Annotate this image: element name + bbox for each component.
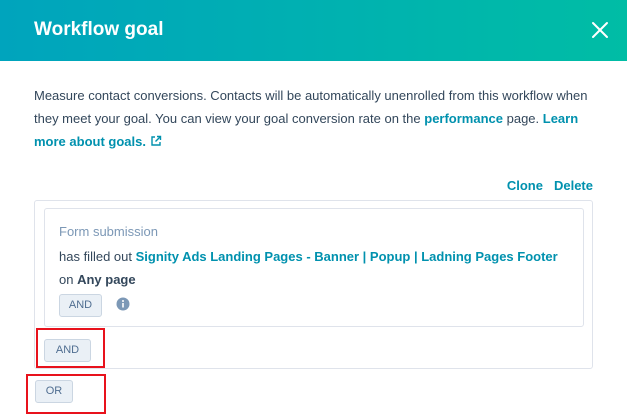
close-icon[interactable] <box>588 18 612 42</box>
filter-prefix: has filled out <box>59 249 136 264</box>
modal-title: Workflow goal <box>34 19 164 40</box>
filter-card[interactable]: Form submission has filled out Signity A… <box>44 208 584 327</box>
external-link-icon[interactable] <box>150 135 162 147</box>
filter-page-condition: on Any page <box>59 272 136 287</box>
delete-link[interactable]: Delete <box>554 178 593 193</box>
description-text-2: page. <box>503 111 543 126</box>
form-name-link[interactable]: Signity Ads Landing Pages - Banner | Pop… <box>136 249 558 264</box>
modal-header: Workflow goal <box>0 0 627 61</box>
highlight-box-and <box>36 328 105 368</box>
filter-group: Form submission has filled out Signity A… <box>34 200 593 369</box>
and-filter-button[interactable]: AND <box>59 294 102 317</box>
filter-on-label: on <box>59 272 78 287</box>
filter-condition: has filled out Signity Ads Landing Pages… <box>59 249 558 264</box>
performance-link[interactable]: performance <box>424 111 503 126</box>
highlight-box-or <box>26 374 106 414</box>
info-icon[interactable] <box>116 297 130 311</box>
filter-type-label: Form submission <box>59 224 158 239</box>
filter-page-value: Any page <box>77 272 136 287</box>
goal-actions: Clone Delete <box>496 178 593 193</box>
goal-description: Measure contact conversions. Contacts wi… <box>34 84 594 153</box>
clone-link[interactable]: Clone <box>507 178 543 193</box>
